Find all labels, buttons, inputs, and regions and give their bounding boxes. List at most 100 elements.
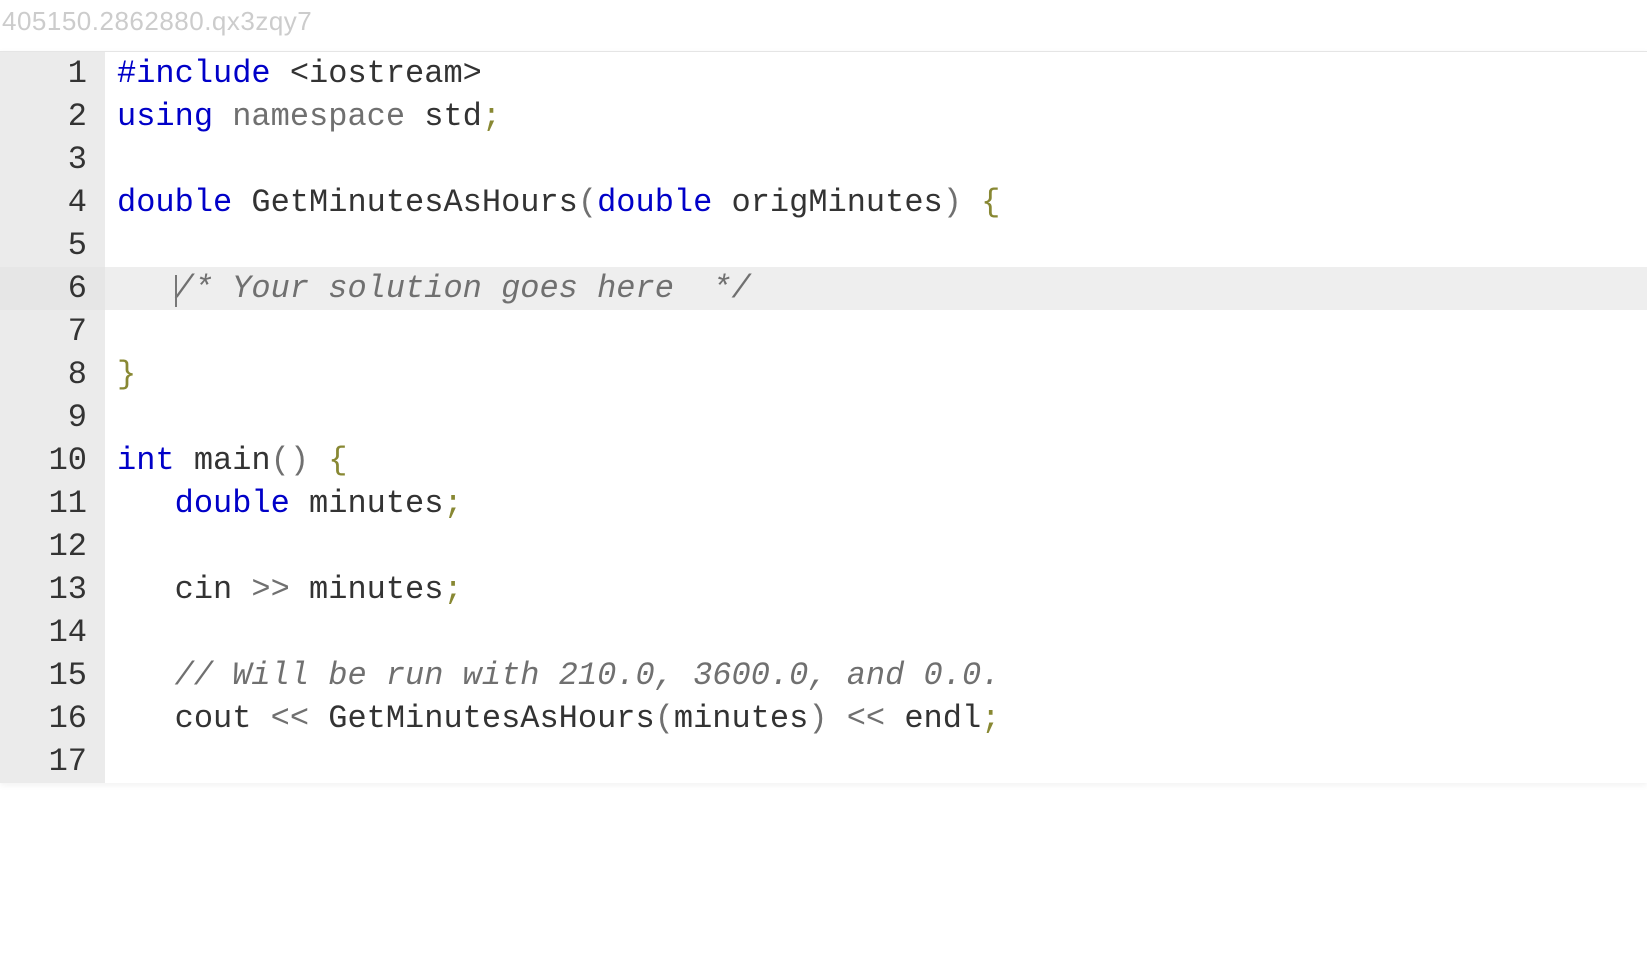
code-content: #include <iostream> — [105, 52, 1647, 95]
line-number: 10 — [0, 439, 105, 482]
code-token: namespace — [232, 98, 405, 135]
code-token — [962, 184, 981, 221]
code-content — [105, 740, 1647, 783]
code-content — [105, 310, 1647, 353]
code-token — [117, 657, 175, 694]
line-number: 4 — [0, 181, 105, 224]
code-line: 1#include <iostream> — [0, 52, 1647, 95]
code-token: // Will be run with 210.0, 3600.0, and 0… — [175, 657, 1001, 694]
code-token: /* Your solution goes here */ — [175, 270, 751, 307]
code-token: ; — [443, 485, 462, 522]
code-editor[interactable]: 1#include <iostream>2using namespace std… — [0, 51, 1647, 783]
line-number: 12 — [0, 525, 105, 568]
code-line: 14 — [0, 611, 1647, 654]
activity-id: 405150.2862880.qx3zqy7 — [0, 0, 1647, 51]
code-token — [290, 571, 309, 608]
line-number: 11 — [0, 482, 105, 525]
code-line: 8} — [0, 353, 1647, 396]
code-line: 3 — [0, 138, 1647, 181]
text-cursor — [175, 275, 177, 307]
line-number: 3 — [0, 138, 105, 181]
code-token — [117, 571, 175, 608]
code-line: 15 // Will be run with 210.0, 3600.0, an… — [0, 654, 1647, 697]
line-number: 9 — [0, 396, 105, 439]
code-line[interactable]: 6 /* Your solution goes here */ — [0, 267, 1647, 310]
code-content: } — [105, 353, 1647, 396]
code-line: 16 cout << GetMinutesAsHours(minutes) <<… — [0, 697, 1647, 740]
code-token: << — [847, 700, 885, 737]
code-token: cin — [175, 571, 233, 608]
line-number: 8 — [0, 353, 105, 396]
code-line: 13 cin >> minutes; — [0, 568, 1647, 611]
code-token — [175, 442, 194, 479]
code-token: minutes — [309, 485, 443, 522]
code-token: <iostream> — [290, 55, 482, 92]
line-number: 2 — [0, 95, 105, 138]
code-token — [712, 184, 731, 221]
code-token: { — [981, 184, 1000, 221]
code-token: main — [194, 442, 271, 479]
code-content[interactable]: /* Your solution goes here */ — [105, 267, 1647, 310]
line-number: 14 — [0, 611, 105, 654]
code-line: 17 — [0, 740, 1647, 783]
line-number: 17 — [0, 740, 105, 783]
code-content — [105, 138, 1647, 181]
code-token: minutes — [309, 571, 443, 608]
code-token: double — [175, 485, 290, 522]
code-token: } — [117, 356, 136, 393]
code-line: 9 — [0, 396, 1647, 439]
code-line: 7 — [0, 310, 1647, 353]
code-token: GetMinutesAsHours — [328, 700, 654, 737]
code-content: cout << GetMinutesAsHours(minutes) << en… — [105, 697, 1647, 740]
code-token: endl — [904, 700, 981, 737]
code-content: // Will be run with 210.0, 3600.0, and 0… — [105, 654, 1647, 697]
code-token: using — [117, 98, 213, 135]
code-token — [117, 270, 175, 307]
code-content: double minutes; — [105, 482, 1647, 525]
code-line: 12 — [0, 525, 1647, 568]
code-token — [309, 442, 328, 479]
code-token — [251, 700, 270, 737]
code-token: origMinutes — [732, 184, 943, 221]
code-token: ; — [981, 700, 1000, 737]
code-content — [105, 611, 1647, 654]
code-token — [271, 55, 290, 92]
line-number: 5 — [0, 224, 105, 267]
line-number: 1 — [0, 52, 105, 95]
code-token — [885, 700, 904, 737]
code-token: std — [424, 98, 482, 135]
code-token: ; — [443, 571, 462, 608]
code-line: 5 — [0, 224, 1647, 267]
code-content: int main() { — [105, 439, 1647, 482]
code-token: #include — [117, 55, 271, 92]
code-token — [232, 571, 251, 608]
code-token — [290, 485, 309, 522]
code-line: 4double GetMinutesAsHours(double origMin… — [0, 181, 1647, 224]
code-token: () — [271, 442, 309, 479]
code-token: cout — [175, 700, 252, 737]
line-number: 13 — [0, 568, 105, 611]
code-token: ( — [578, 184, 597, 221]
code-token: ; — [482, 98, 501, 135]
code-line: 2 using namespace std; — [0, 95, 1647, 138]
code-token: double — [597, 184, 712, 221]
code-token: { — [328, 442, 347, 479]
code-content: double GetMinutesAsHours(double origMinu… — [105, 181, 1647, 224]
code-content — [105, 396, 1647, 439]
code-content: cin >> minutes; — [105, 568, 1647, 611]
line-number: 6 — [0, 267, 105, 310]
code-content — [105, 525, 1647, 568]
code-token: ) — [808, 700, 827, 737]
code-token — [405, 98, 424, 135]
code-token — [117, 485, 175, 522]
code-token: ) — [943, 184, 962, 221]
line-number: 15 — [0, 654, 105, 697]
code-token — [828, 700, 847, 737]
code-token: int — [117, 442, 175, 479]
code-token — [309, 700, 328, 737]
line-number: 7 — [0, 310, 105, 353]
code-token: ( — [655, 700, 674, 737]
code-line: 10int main() { — [0, 439, 1647, 482]
code-token: << — [271, 700, 309, 737]
code-token — [213, 98, 232, 135]
